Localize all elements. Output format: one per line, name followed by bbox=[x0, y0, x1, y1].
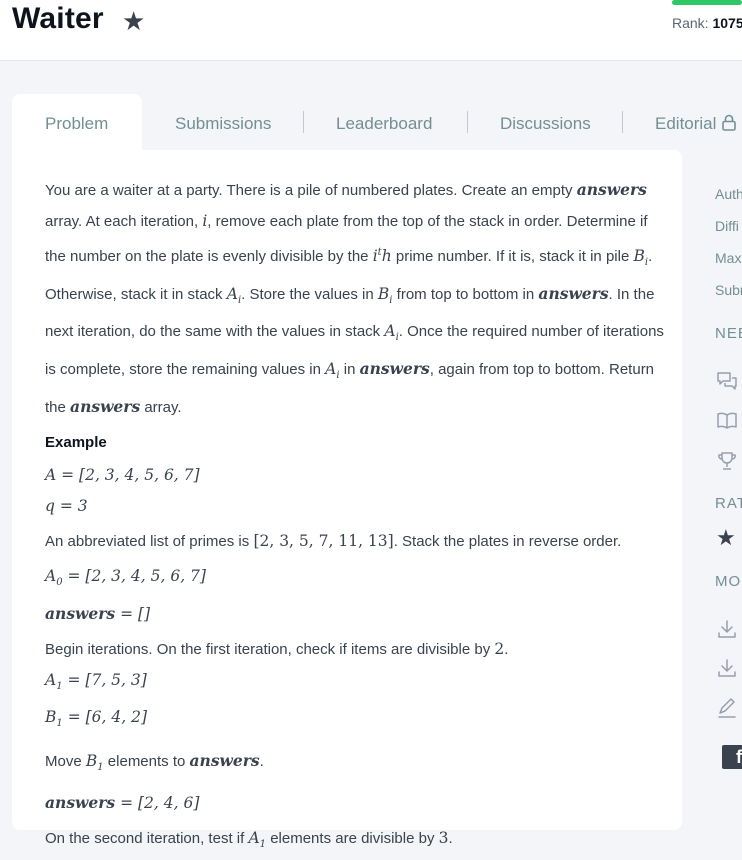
tab-divider bbox=[467, 111, 468, 133]
answers-empty-equation: answers = [] bbox=[45, 604, 151, 624]
edit-icon[interactable] bbox=[716, 697, 738, 719]
top-bar: Waiter ★ Rank: 1075 bbox=[0, 0, 742, 61]
rank-label: Rank: bbox=[672, 15, 709, 31]
problem-statement: You are a waiter at a party. There is a … bbox=[45, 174, 665, 860]
tab-leaderboard[interactable]: Leaderboard bbox=[336, 114, 432, 134]
download-icon[interactable] bbox=[716, 618, 738, 640]
sidebar-more-heading: MO bbox=[715, 573, 742, 590]
move-elements-text: Move B1 elements to answers. bbox=[45, 751, 264, 774]
sidebar-author-label: Auth bbox=[715, 186, 742, 202]
problem-description: You are a waiter at a party. There is a … bbox=[45, 180, 664, 416]
book-icon[interactable] bbox=[716, 410, 738, 432]
lock-icon bbox=[722, 114, 736, 131]
a0-equation: A0 = [2, 3, 4, 5, 6, 7] bbox=[45, 567, 206, 589]
page-title: Waiter bbox=[12, 2, 104, 35]
discussion-icon[interactable] bbox=[716, 370, 738, 392]
bookmark-star-icon[interactable]: ★ bbox=[122, 6, 145, 37]
example-heading: Example bbox=[45, 434, 107, 451]
facebook-icon[interactable]: f bbox=[722, 745, 742, 769]
rank-progress-bar bbox=[672, 0, 742, 5]
primes-line: An abbreviated list of primes is [2, 3, … bbox=[45, 532, 622, 550]
rank-display: Rank: 1075 bbox=[672, 15, 742, 31]
trophy-icon[interactable] bbox=[716, 450, 738, 472]
sidebar-submitted-label: Subr bbox=[715, 282, 742, 298]
example-q: q = 3 bbox=[45, 497, 88, 515]
b1-equation: B1 = [6, 4, 2] bbox=[45, 708, 147, 730]
tab-editorial-label: Editorial bbox=[655, 114, 717, 133]
tab-submissions[interactable]: Submissions bbox=[175, 114, 271, 134]
sidebar-need-help-heading: NEE bbox=[715, 325, 742, 342]
sidebar-rate-heading: RAT bbox=[715, 495, 742, 512]
download-icon[interactable] bbox=[716, 657, 738, 679]
sidebar-max-score-label: Max bbox=[715, 250, 742, 266]
first-iteration-text: Begin iterations. On the first iteration… bbox=[45, 640, 509, 659]
tab-discussions[interactable]: Discussions bbox=[500, 114, 591, 134]
example-array-a: A = [2, 3, 4, 5, 6, 7] bbox=[45, 466, 200, 484]
answers-first-equation: answers = [2, 4, 6] bbox=[45, 793, 200, 813]
second-iteration-text: On the second iteration, test if A1 elem… bbox=[45, 829, 453, 851]
tab-editorial[interactable]: Editorial bbox=[655, 114, 737, 134]
rank-value: 1075 bbox=[712, 15, 742, 31]
a1-equation: A1 = [7, 5, 3] bbox=[45, 671, 147, 693]
tab-divider bbox=[303, 111, 304, 133]
sidebar-difficulty-label: Diffi bbox=[715, 218, 739, 234]
tab-problem[interactable]: Problem bbox=[45, 114, 108, 134]
tab-divider bbox=[622, 111, 623, 133]
rate-star-icon[interactable]: ★ bbox=[716, 527, 738, 549]
